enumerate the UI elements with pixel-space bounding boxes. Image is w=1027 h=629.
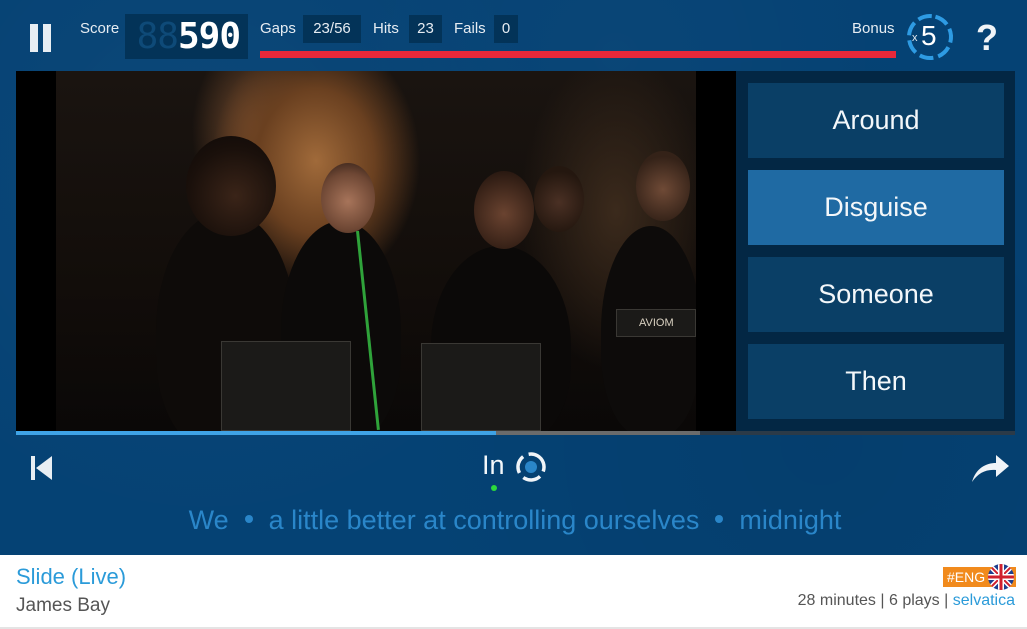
progress-played xyxy=(16,431,496,435)
song-meta: 28 minutes | 6 plays | selvatica xyxy=(798,592,1015,610)
current-word: In xyxy=(482,450,505,480)
gap-marker xyxy=(244,514,253,523)
video-progress-bar[interactable] xyxy=(16,431,1015,435)
singer-head xyxy=(186,136,276,236)
time-remaining-bar xyxy=(260,51,896,58)
meta-separator: | xyxy=(880,592,885,609)
audio-gear xyxy=(221,341,351,431)
language-badge[interactable]: #ENG xyxy=(943,564,1016,590)
song-info-footer: Slide (Live) James Bay #ENG 28 minutes |… xyxy=(0,555,1027,629)
bonus-label: Bonus xyxy=(852,20,895,37)
video-player[interactable]: AVIOM xyxy=(16,71,736,431)
song-duration: 28 minutes xyxy=(797,592,876,609)
score-value: 590 xyxy=(177,16,241,57)
gaps-value: 23/56 xyxy=(303,15,361,43)
pause-icon-bar xyxy=(30,24,38,52)
song-title-link[interactable]: Slide (Live) xyxy=(16,564,126,590)
pause-icon-bar xyxy=(43,24,51,52)
singer-head xyxy=(534,166,584,232)
singer-head xyxy=(636,151,690,221)
singer-head xyxy=(474,171,534,249)
uploader-link[interactable]: selvatica xyxy=(953,592,1015,609)
video-frame: AVIOM xyxy=(56,71,696,431)
bonus-multiplier-value: 5 xyxy=(921,20,937,51)
singer-head xyxy=(321,163,375,233)
uk-flag-icon xyxy=(988,564,1014,590)
answer-option-around[interactable]: Around xyxy=(748,83,1004,158)
lyric-segment: a little better at controlling ourselves xyxy=(268,505,700,535)
bonus-multiplier-prefix: x xyxy=(912,32,918,44)
play-count: 6 plays xyxy=(888,592,940,609)
meta-separator: | xyxy=(944,592,949,609)
answer-option-then[interactable]: Then xyxy=(748,344,1004,419)
skip-previous-icon[interactable] xyxy=(30,455,54,481)
score-display: 88590 xyxy=(125,14,248,59)
gap-marker xyxy=(715,514,724,523)
score-ghost-digits: 88 xyxy=(136,16,179,57)
fails-value: 0 xyxy=(494,15,518,43)
current-word-indicator xyxy=(491,485,497,491)
hits-label: Hits xyxy=(373,20,399,37)
keyboard-label: AVIOM xyxy=(616,309,696,337)
fails-label: Fails xyxy=(454,20,486,37)
answer-option-someone[interactable]: Someone xyxy=(748,257,1004,332)
answer-option-disguise[interactable]: Disguise xyxy=(748,170,1004,245)
answer-options-panel: Around Disguise Someone Then xyxy=(736,71,1015,431)
language-tag: #ENG xyxy=(947,569,986,585)
share-arrow-icon[interactable] xyxy=(970,452,1010,484)
lyrics-line: We a little better at controlling ourselv… xyxy=(0,505,1027,536)
pause-button[interactable] xyxy=(30,24,52,52)
artist-name: James Bay xyxy=(16,595,110,616)
score-label: Score xyxy=(80,20,120,37)
hits-value: 23 xyxy=(409,15,442,43)
game-area: Score 88590 Gaps 23/56 Hits 23 Fails 0 B… xyxy=(0,0,1027,555)
help-button[interactable]: ? xyxy=(976,17,998,59)
lyric-segment: We xyxy=(188,505,229,535)
gaps-label: Gaps xyxy=(260,20,296,37)
audio-gear xyxy=(421,343,541,431)
lyric-segment: midnight xyxy=(739,505,842,535)
loading-spinner-icon xyxy=(516,452,546,482)
